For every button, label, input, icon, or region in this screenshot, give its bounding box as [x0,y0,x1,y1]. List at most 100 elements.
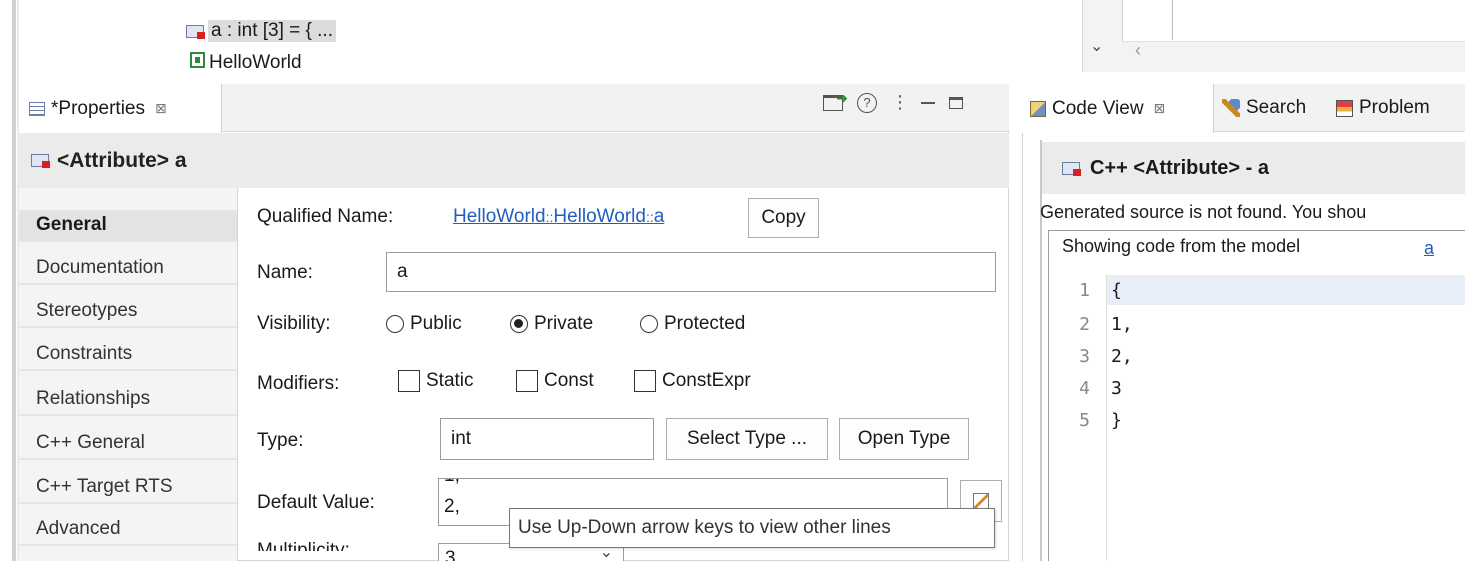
checkbox-label: ConstExpr [662,370,751,391]
radio-icon [640,315,658,333]
select-type-button[interactable]: Select Type ... [666,418,828,460]
sidebar-item-cpp-target-rts[interactable]: C++ Target RTS [19,472,237,504]
line-number: 2 [1079,314,1090,335]
sidebar-item-label: General [36,214,107,235]
radio-label: Public [410,313,462,334]
copy-button[interactable]: Copy [748,198,819,238]
multiplicity-value: 3 [445,548,456,561]
problems-icon [1336,99,1353,117]
divider [1172,0,1173,40]
sidebar-item-label: C++ Target RTS [36,476,173,497]
left-border [12,0,16,561]
close-icon[interactable]: ⊠ [1154,100,1166,117]
search-icon [1222,99,1240,117]
modifiers-label: Modifiers: [257,373,340,394]
radio-icon [386,315,404,333]
type-field[interactable]: int [440,418,654,460]
sidebar-item-documentation[interactable]: Documentation [19,253,237,285]
line-number: 5 [1079,410,1090,431]
constexpr-checkbox[interactable]: ConstExpr [634,370,751,392]
radio-label: Private [534,313,594,334]
const-checkbox[interactable]: Const [516,370,594,392]
model-element-link[interactable]: a [1424,238,1434,259]
checkbox-label: Const [544,370,594,391]
checkbox-icon [516,370,538,392]
radio-label: Protected [664,313,746,334]
code-view-icon [1030,100,1046,117]
showing-code-text: Showing code from the model [1062,236,1301,256]
static-checkbox[interactable]: Static [398,370,474,392]
current-line-highlight [1107,275,1465,305]
code-line: 1, [1111,314,1133,335]
sidebar-item-label: Documentation [36,257,164,278]
code-line: { [1111,280,1122,301]
type-label: Type: [257,430,304,451]
tree-item-label: a : int [3] = { ... [208,20,336,42]
sidebar-item-stereotypes[interactable]: Stereotypes [19,296,237,328]
sidebar-item-constraints[interactable]: Constraints [19,339,237,371]
properties-sidebar: General Documentation Stereotypes Constr… [19,188,238,561]
name-label: Name: [257,262,313,283]
sidebar-item-label: Advanced [36,518,121,539]
qualified-name-sep-2: :: [645,209,654,225]
default-value-line-2: 2, [444,496,460,517]
checkbox-icon [634,370,656,392]
top-right-view [1122,0,1465,42]
tree-item-label: HelloWorld [209,52,302,72]
tab-properties[interactable]: *Properties ⊠ [19,84,222,133]
name-field[interactable]: a [386,252,996,292]
qualified-name-link-1[interactable]: HelloWorld [453,206,546,227]
maximize-icon[interactable] [949,96,963,109]
code-line: 3 [1111,378,1122,399]
properties-toolbar: ➜ ? ⋮ [823,90,963,113]
visibility-private-radio[interactable]: Private [510,313,593,335]
sidebar-item-advanced[interactable]: Advanced [19,514,237,546]
model-tree-area [0,0,1080,72]
qualified-name-link-3[interactable]: a [654,206,665,227]
sidebar-item-general[interactable]: General [19,210,237,242]
code-line: 2, [1111,346,1133,367]
attribute-icon [31,154,50,168]
tab-code-view[interactable]: Code View ⊠ [1022,84,1214,133]
line-number: 3 [1079,346,1090,367]
minimize-icon[interactable] [921,101,935,104]
pin-editor-icon[interactable]: ➜ [823,90,848,111]
sidebar-item-relationships[interactable]: Relationships [19,384,237,416]
edit-icon [973,493,989,509]
visibility-protected-radio[interactable]: Protected [640,313,745,335]
qualified-name-link-2[interactable]: HelloWorld [553,206,646,227]
tree-item-attribute-a[interactable]: a : int [3] = { ... [186,20,336,42]
visibility-public-radio[interactable]: Public [386,313,462,335]
tooltip: Use Up-Down arrow keys to view other lin… [509,508,995,548]
qualified-name-value: HelloWorld::HelloWorld::a [453,206,664,228]
scroll-left-icon[interactable]: ‹ [1135,40,1141,61]
sidebar-item-label: Relationships [36,388,151,409]
sidebar-item-label: Stereotypes [36,300,138,321]
properties-title: <Attribute> a [57,148,187,172]
multiplicity-label: Multiplicity: [257,540,350,551]
attribute-icon [186,24,205,39]
generated-source-message: Generated source is not found. You shou [1040,202,1367,222]
checkbox-icon [398,370,420,392]
help-icon[interactable]: ? [857,92,877,113]
attribute-icon [1062,161,1081,176]
open-type-button[interactable]: Open Type [839,418,969,460]
sidebar-item-cpp-general[interactable]: C++ General [19,428,237,460]
tab-label: Problem [1359,97,1430,118]
tab-problems[interactable]: Problem [1336,84,1465,132]
properties-header: <Attribute> a [19,133,1009,188]
code-line: } [1111,410,1122,431]
tree-item-helloworld[interactable]: HelloWorld [190,52,302,72]
tab-label: Search [1246,97,1307,118]
chevron-down-icon[interactable]: ⌄ [1090,36,1103,56]
close-icon[interactable]: ⊠ [155,100,167,117]
sidebar-item-label: C++ General [36,432,145,453]
default-value-label: Default Value: [257,492,375,513]
properties-icon [29,101,45,116]
view-menu-icon[interactable]: ⋮ [891,92,909,113]
line-number: 1 [1079,280,1090,301]
tab-search[interactable]: Search [1222,84,1306,132]
tab-label: *Properties [51,97,145,119]
code-view-header: C++ <Attribute> - a [1042,142,1465,194]
tab-label: Code View [1052,97,1144,119]
